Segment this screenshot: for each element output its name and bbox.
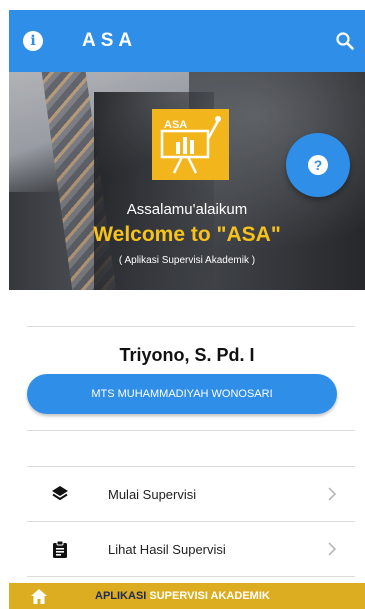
school-button[interactable]: MTS MUHAMMADIYAH WONOSARI [27, 374, 337, 414]
divider [27, 576, 355, 577]
help-icon: ? [308, 155, 328, 175]
chevron-right-icon [328, 487, 337, 501]
help-button[interactable]: ? [286, 133, 350, 197]
menu-label: Mulai Supervisi [108, 486, 197, 502]
bottom-bar: APLIKASI SUPERVISI AKADEMIK [9, 583, 365, 609]
greeting-text: Assalamu'alaikum [126, 201, 248, 218]
bottom-bar-text: APLIKASI SUPERVISI AKADEMIK [95, 590, 270, 602]
welcome-heading: Welcome to "ASA" [93, 223, 281, 246]
asa-logo: ASA [152, 109, 229, 180]
chevron-right-icon [328, 542, 337, 556]
app-bar: i ASA [9, 10, 365, 72]
menu-label: Lihat Hasil Supervisi [108, 541, 226, 557]
clipboard-icon [53, 540, 67, 558]
menu-item-mulai-supervisi[interactable]: Mulai Supervisi [27, 467, 355, 521]
menu-item-lihat-hasil-supervisi[interactable]: Lihat Hasil Supervisi [27, 522, 355, 576]
svg-text:ASA: ASA [164, 119, 187, 131]
user-name: Triyono, S. Pd. I [119, 345, 255, 365]
info-icon[interactable]: i [23, 31, 43, 51]
app-title: ASA [82, 30, 138, 51]
search-icon[interactable] [335, 31, 355, 51]
divider [27, 326, 355, 327]
app-subtitle: ( Aplikasi Supervisi Akademik ) [118, 255, 256, 266]
divider [27, 430, 355, 431]
home-icon[interactable] [31, 589, 47, 604]
layers-icon [52, 486, 68, 501]
